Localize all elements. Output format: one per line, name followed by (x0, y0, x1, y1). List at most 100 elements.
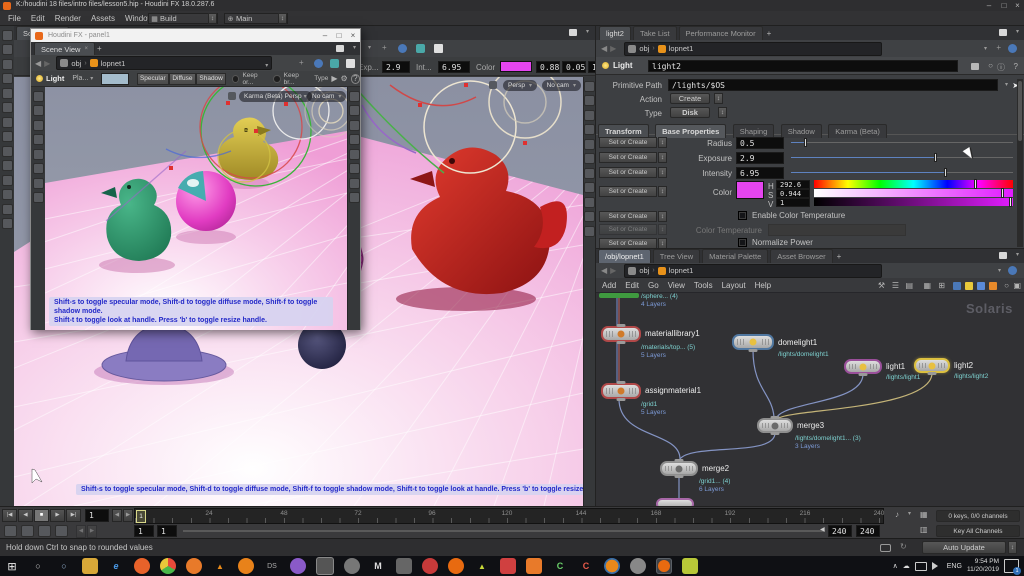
clock[interactable]: 9:54 PM 11/20/2019 (967, 558, 999, 574)
radius-slider-handle[interactable] (804, 138, 807, 147)
color-r-field[interactable]: 0.88 (536, 61, 560, 73)
app-icon[interactable] (500, 558, 516, 574)
tool-icon[interactable] (2, 218, 13, 229)
intensity-field[interactable]: 6.95 (736, 167, 784, 179)
playhead[interactable]: 1 (136, 510, 146, 523)
onedrive-icon[interactable]: ☁ (903, 562, 910, 570)
network-icon[interactable] (915, 562, 927, 571)
prim-path-field[interactable]: /lights/$OS (668, 79, 998, 91)
tab-material-palette[interactable]: Material Palette (702, 249, 768, 263)
view-tool-icon[interactable] (33, 120, 44, 131)
inner-viewport-scene[interactable] (45, 87, 347, 330)
tree-list-icon[interactable]: ☰ (892, 281, 899, 290)
diffuse-toggle[interactable]: Diffuse (169, 73, 197, 85)
forward-icon[interactable]: ▶ (44, 59, 50, 68)
tab-take-list[interactable]: Take List (633, 26, 677, 40)
camera-icon[interactable] (314, 59, 323, 68)
exposure-field[interactable]: 2.9 (736, 152, 784, 164)
maximize-button[interactable]: □ (332, 31, 346, 40)
zbrush-icon[interactable] (344, 558, 360, 574)
action-spinner[interactable] (714, 93, 723, 104)
houdini-active-icon[interactable] (656, 558, 672, 574)
pane-layout-icon[interactable] (569, 29, 577, 36)
view-tool-icon[interactable] (349, 134, 360, 145)
set-or-create-enable-ct[interactable]: Set or Create (599, 211, 657, 222)
set-or-create-exposure[interactable]: Set or Create (599, 152, 657, 163)
file-explorer-icon[interactable] (82, 558, 98, 574)
set-or-create-intensity[interactable]: Set or Create (599, 167, 657, 178)
close-button[interactable]: × (346, 31, 360, 40)
specular-toggle[interactable]: Specular (137, 73, 168, 85)
snapshot-icon[interactable] (971, 63, 979, 70)
intensity-field[interactable]: 6.95 (438, 61, 470, 73)
panel-icon[interactable] (346, 59, 355, 68)
soc-spinner[interactable] (658, 211, 667, 222)
path-dropdown-icon[interactable] (996, 267, 1001, 274)
view-tool-icon[interactable] (584, 168, 595, 179)
unity-icon[interactable]: ▲ (474, 558, 490, 574)
jump-end-button[interactable]: ▶| (66, 509, 81, 522)
scene-view-tab[interactable]: Scene View× (34, 42, 95, 55)
action-center-icon[interactable]: 1 (1004, 559, 1019, 573)
new-tab-icon[interactable]: + (837, 252, 842, 261)
no-cam-pill[interactable]: No cam (542, 80, 581, 91)
intensity-slider-handle[interactable] (944, 168, 947, 177)
node-light1[interactable] (844, 359, 882, 374)
loop-icon[interactable] (38, 525, 51, 537)
breadcrumb-node[interactable]: lopnet1 (669, 44, 694, 53)
hue-marker[interactable] (974, 179, 977, 189)
search-icon[interactable]: ○ (988, 61, 993, 70)
language-indicator[interactable]: ENG (947, 563, 962, 570)
zbrush2-icon[interactable] (630, 558, 646, 574)
net-menu-go[interactable]: Go (648, 281, 659, 290)
normalize-checkbox[interactable] (738, 238, 747, 247)
substance-icon[interactable] (238, 558, 254, 574)
tool-icon[interactable] (2, 117, 13, 128)
vlc-icon[interactable]: ▲ (212, 558, 228, 574)
hue-field[interactable]: 292.6 (776, 180, 810, 189)
view-tool-icon[interactable] (33, 192, 44, 203)
link-icon[interactable] (1008, 266, 1017, 275)
brave-icon[interactable] (134, 558, 150, 574)
tab-karma[interactable]: Karma (Beta) (828, 124, 887, 138)
minimize-button[interactable]: – (982, 0, 996, 11)
val-bar[interactable] (814, 198, 1013, 206)
close-tab-icon[interactable]: × (84, 46, 88, 52)
view-tool-icon[interactable] (584, 226, 595, 237)
view-tool-icon[interactable] (584, 211, 595, 222)
snap-grid-icon[interactable]: ⊞ (938, 281, 945, 290)
range-left-icon[interactable]: ◀ (76, 525, 86, 538)
keep-brightness-toggle[interactable] (273, 75, 281, 83)
node-merge3[interactable] (757, 418, 793, 433)
view-tool-icon[interactable] (584, 197, 595, 208)
params-scrollbar[interactable] (1017, 79, 1023, 247)
view-tool-icon[interactable] (584, 95, 595, 106)
sheet-icon[interactable]: ▤ (905, 281, 913, 290)
desktop-select[interactable]: ▦ Build (148, 13, 218, 24)
view-tool-icon[interactable] (349, 192, 360, 203)
new-tab-icon[interactable]: + (767, 29, 772, 38)
view-tool-icon[interactable] (349, 91, 360, 102)
path-dropdown-icon[interactable] (263, 54, 268, 72)
pin-icon[interactable]: + (996, 43, 1001, 52)
search-icon[interactable]: ○ (30, 558, 46, 574)
tab-performance-monitor[interactable]: Performance Monitor (679, 26, 763, 40)
daz-icon[interactable]: DS (264, 558, 280, 574)
node-materiallibrary1[interactable] (601, 326, 641, 342)
frame-icon[interactable]: ▣ (1013, 281, 1021, 290)
edge-icon[interactable]: e (108, 558, 124, 574)
type-select[interactable]: Disk (670, 107, 710, 118)
pin-icon[interactable]: + (382, 43, 387, 52)
view-tool-icon[interactable] (349, 120, 360, 131)
headlight-swatch[interactable] (101, 73, 129, 85)
enable-ct-checkbox[interactable] (738, 211, 747, 220)
step-back-button[interactable]: ◀ (112, 509, 122, 522)
menu-render[interactable]: Render (55, 14, 81, 23)
pane-menu-icon[interactable] (351, 44, 356, 51)
floating-window[interactable]: Houdini FX - panel1 – □ × Scene View× + … (30, 28, 361, 330)
pane-menu-icon[interactable] (1014, 28, 1019, 35)
cube-icon[interactable] (416, 44, 425, 53)
tab-base-properties[interactable]: Base Properties (655, 124, 726, 138)
back-icon[interactable]: ◀ (601, 44, 607, 53)
placement-dropdown[interactable]: Pla... (72, 75, 93, 82)
